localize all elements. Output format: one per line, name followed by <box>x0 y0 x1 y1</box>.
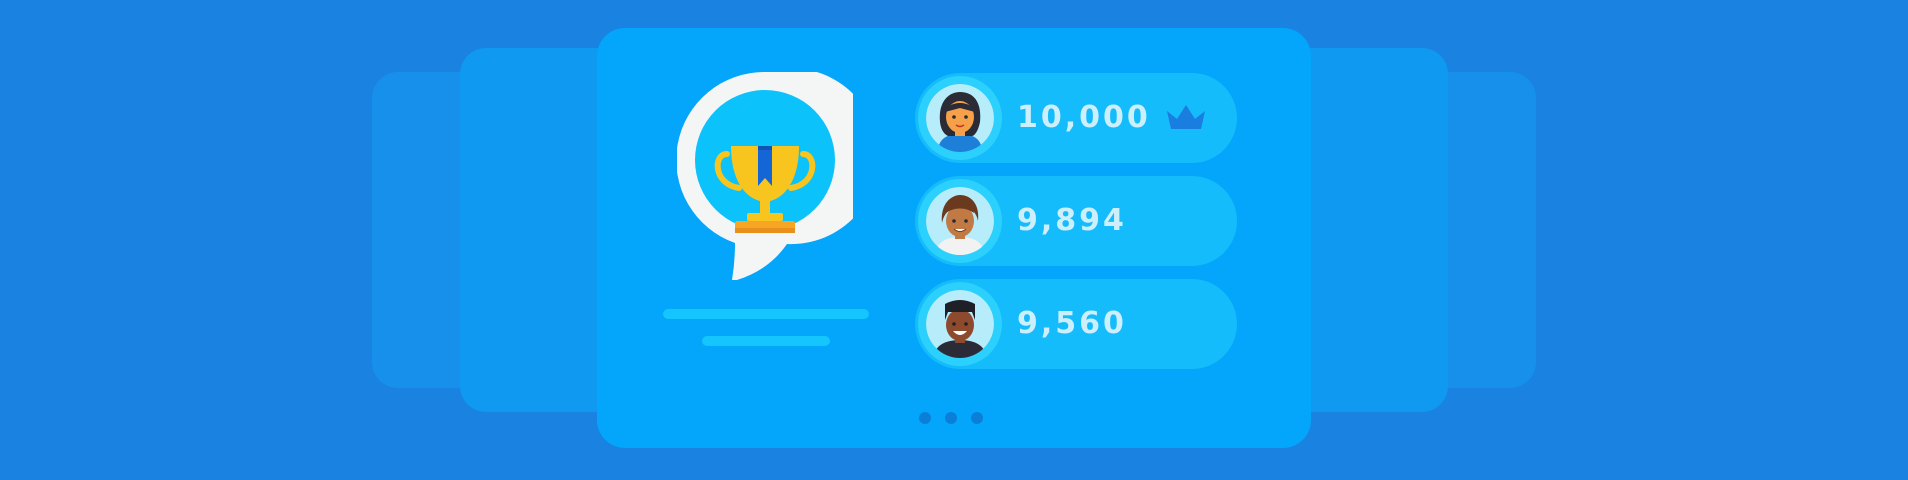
score-2: 9,894 <box>1017 203 1127 238</box>
leaderboard-row-3[interactable]: 9,560 <box>915 279 1237 369</box>
player-2-avatar-icon <box>926 187 994 255</box>
avatar-1 <box>918 76 1002 160</box>
score-3: 9,560 <box>1017 306 1127 341</box>
score-1: 10,000 <box>1017 100 1151 135</box>
title-placeholder-line <box>663 309 869 319</box>
avatar-3 <box>918 282 1002 366</box>
pager-dot-3[interactable] <box>971 412 983 424</box>
skill-badge-icon <box>677 72 853 280</box>
player-1-avatar-icon <box>926 84 994 152</box>
pager-dot-1[interactable] <box>919 412 931 424</box>
player-3-avatar-icon <box>926 290 994 358</box>
crown-icon <box>1167 105 1205 129</box>
leaderboard-row-1[interactable]: 10,000 <box>915 73 1237 163</box>
leaderboard-row-2[interactable]: 9,894 <box>915 176 1237 266</box>
subtitle-placeholder-line <box>702 336 830 346</box>
avatar-2 <box>918 179 1002 263</box>
pager-dot-2[interactable] <box>945 412 957 424</box>
leaderboard-card: 10,000 9,894 9,560 <box>597 28 1311 448</box>
